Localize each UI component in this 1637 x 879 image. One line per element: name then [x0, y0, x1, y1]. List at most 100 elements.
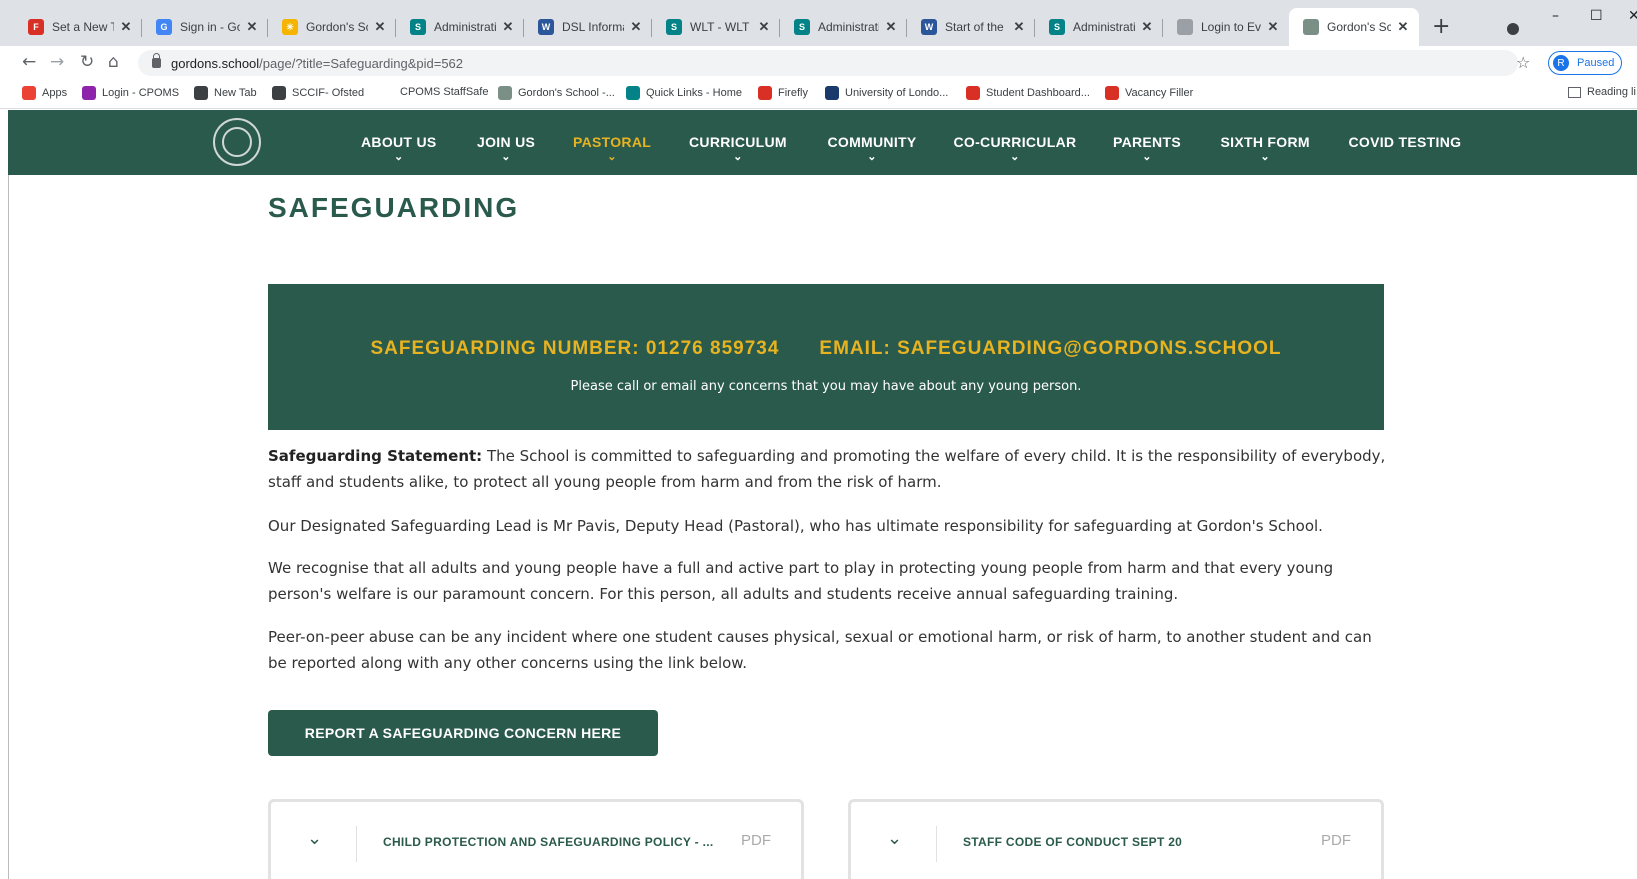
nav-item-label: JOIN US [477, 134, 536, 150]
nav-item-join-us[interactable]: JOIN US ⌄ [477, 134, 535, 164]
bookmark-label: CPOMS StaffSafe [400, 86, 489, 98]
safeguarding-contact-banner: SAFEGUARDING NUMBER: 01276 859734 EMAIL: … [268, 284, 1384, 430]
bookmark-item[interactable]: New Tab [194, 86, 257, 100]
safeguarding-number[interactable]: SAFEGUARDING NUMBER: 01276 859734 [371, 338, 780, 359]
chevron-down-icon: ⌄ [1142, 151, 1152, 163]
tab-close-icon[interactable]: ✕ [756, 19, 772, 35]
chevron-down-icon[interactable]: ⌄ [307, 828, 322, 849]
page-title: SAFEGUARDING [268, 192, 520, 223]
bookmark-item[interactable]: CPOMS StaffSafe [400, 86, 488, 98]
browser-tab[interactable]: Gordon's Scho ✕ [1289, 8, 1419, 46]
tab-close-icon[interactable]: ✕ [1011, 19, 1027, 35]
bookmark-favicon-icon [966, 86, 980, 100]
nav-item-label: PASTORAL [573, 134, 652, 150]
chevron-down-icon: ⌄ [733, 151, 743, 163]
nav-item-covid-testing[interactable]: COVID TESTING [1349, 134, 1462, 150]
tab-close-icon[interactable]: ✕ [372, 19, 388, 35]
nav-item-parents[interactable]: PARENTS ⌄ [1113, 134, 1181, 164]
home-icon[interactable]: ⌂ [108, 52, 119, 72]
browser-tab[interactable]: S Administration ✕ [1035, 8, 1163, 46]
browser-tab[interactable]: S Administration ✕ [780, 8, 907, 46]
site-navigation: ABOUT US ⌄ JOIN US ⌄ PASTORAL ⌄ CURRICULUM ⌄ COM… [8, 110, 1637, 175]
bookmark-item[interactable]: Vacancy Filler [1105, 86, 1193, 100]
tab-title: WLT - WLT - A [690, 20, 752, 34]
bookmark-label: SCCIF- Ofsted [292, 87, 365, 99]
bookmark-item[interactable]: Apps [22, 86, 67, 100]
browser-tab[interactable]: S WLT - WLT - A ✕ [652, 8, 780, 46]
nav-item-pastoral[interactable]: PASTORAL ⌄ [573, 134, 651, 164]
reading-list-button[interactable]: Reading li [1568, 86, 1636, 98]
browser-tab[interactable]: W Start of the Ye ✕ [907, 8, 1035, 46]
back-icon[interactable]: ← [22, 52, 36, 72]
bookmark-item[interactable]: Firefly [758, 86, 808, 100]
report-concern-button[interactable]: REPORT A SAFEGUARDING CONCERN HERE [268, 710, 658, 756]
tab-favicon-icon: S [666, 19, 682, 35]
browser-tab[interactable]: F Set a New Tas ✕ [14, 8, 142, 46]
browser-tab[interactable]: Login to Every ✕ [1163, 8, 1289, 46]
safeguarding-email[interactable]: EMAIL: SAFEGUARDING@GORDONS.SCHOOL [819, 338, 1281, 359]
tab-close-icon[interactable]: ✕ [628, 19, 644, 35]
page-left-border [8, 175, 9, 879]
tab-favicon-icon: W [538, 19, 554, 35]
safeguarding-statement: Safeguarding Statement: The School is co… [268, 443, 1388, 495]
tab-title: Start of the Ye [945, 20, 1007, 34]
nav-item-community[interactable]: COMMUNITY ⌄ [828, 134, 917, 164]
bookmark-item[interactable]: Quick Links - Home [626, 86, 742, 100]
tab-title: Sign in - Goog [180, 20, 240, 34]
bookmark-favicon-icon [825, 86, 839, 100]
document-title[interactable]: STAFF CODE OF CONDUCT SEPT 20 [963, 835, 1182, 849]
document-accordion[interactable]: ⌄ CHILD PROTECTION AND SAFEGUARDING POLIC… [268, 799, 804, 879]
tab-close-icon[interactable]: ✕ [500, 19, 516, 35]
nav-item-curriculum[interactable]: CURRICULUM ⌄ [689, 134, 787, 164]
tab-favicon-icon: F [28, 19, 44, 35]
bookmark-label: Apps [42, 87, 68, 99]
nav-item-co-curricular[interactable]: CO-CURRICULAR ⌄ [954, 134, 1077, 164]
bookmark-item[interactable]: Student Dashboard... [966, 86, 1090, 100]
document-accordion[interactable]: ⌄ STAFF CODE OF CONDUCT SEPT 20 PDF [848, 799, 1384, 879]
browser-tab[interactable]: G Sign in - Goog ✕ [142, 8, 268, 46]
nav-item-sixth-form[interactable]: SIXTH FORM ⌄ [1221, 134, 1310, 164]
peer-abuse-paragraph: Peer-on-peer abuse can be any incident w… [268, 628, 1372, 672]
browser-tab[interactable]: S Administration ✕ [396, 8, 524, 46]
bookmark-favicon-icon [22, 86, 36, 100]
tab-title: Administration [1073, 20, 1135, 34]
tab-close-icon[interactable]: ✕ [1139, 19, 1155, 35]
bookmark-favicon-icon [272, 86, 286, 100]
tab-close-icon[interactable]: ✕ [1395, 19, 1411, 35]
document-title[interactable]: CHILD PROTECTION AND SAFEGUARDING POLICY… [383, 835, 713, 849]
bookmark-item[interactable]: University of Londo... [825, 86, 948, 100]
bookmark-label: University of Londo... [845, 87, 949, 99]
chevron-down-icon: ⌄ [393, 151, 404, 163]
new-tab-icon[interactable]: + [1432, 16, 1450, 38]
reload-icon[interactable]: ↻ [80, 52, 94, 72]
document-type-label: PDF [741, 832, 771, 849]
browser-tab[interactable]: ✳ Gordon's Scho ✕ [268, 8, 396, 46]
bookmark-favicon-icon [758, 86, 772, 100]
tab-close-icon[interactable]: ✕ [244, 19, 260, 35]
divider [356, 826, 357, 862]
minimize-icon[interactable]: – [1552, 8, 1559, 24]
close-window-icon[interactable]: ✕ [1628, 8, 1637, 24]
bookmark-item[interactable]: Gordon's School -... [498, 86, 615, 100]
profile-button[interactable]: R Paused [1548, 51, 1622, 75]
address-bar[interactable]: gordons.school/page/?title=Safeguarding&… [138, 50, 1518, 76]
tab-close-icon[interactable]: ✕ [883, 19, 899, 35]
tab-favicon-icon [1177, 19, 1193, 35]
browser-tab[interactable]: W DSL Informati ✕ [524, 8, 652, 46]
bookmark-star-icon[interactable]: ☆ [1516, 53, 1530, 72]
nav-item-about-us[interactable]: ABOUT US ⌄ [361, 134, 437, 164]
chevron-down-icon[interactable]: ⌄ [887, 828, 902, 849]
tab-search-icon[interactable] [1507, 23, 1519, 35]
tab-favicon-icon: ✳ [282, 19, 298, 35]
bookmark-item[interactable]: SCCIF- Ofsted [272, 86, 364, 100]
bookmark-item[interactable]: Login - CPOMS [82, 86, 179, 100]
bookmarks-bar: Apps Login - CPOMS New Tab SCCIF- Ofsted CPO… [0, 80, 1637, 109]
tab-favicon-icon: W [921, 19, 937, 35]
forward-icon[interactable]: → [50, 52, 64, 72]
chevron-down-icon: ⌄ [1010, 151, 1020, 163]
maximize-icon[interactable]: ☐ [1590, 8, 1603, 24]
school-crest-logo[interactable] [213, 118, 261, 166]
tab-close-icon[interactable]: ✕ [1265, 19, 1281, 35]
tab-close-icon[interactable]: ✕ [118, 19, 134, 35]
tab-title: Administration [434, 20, 496, 34]
